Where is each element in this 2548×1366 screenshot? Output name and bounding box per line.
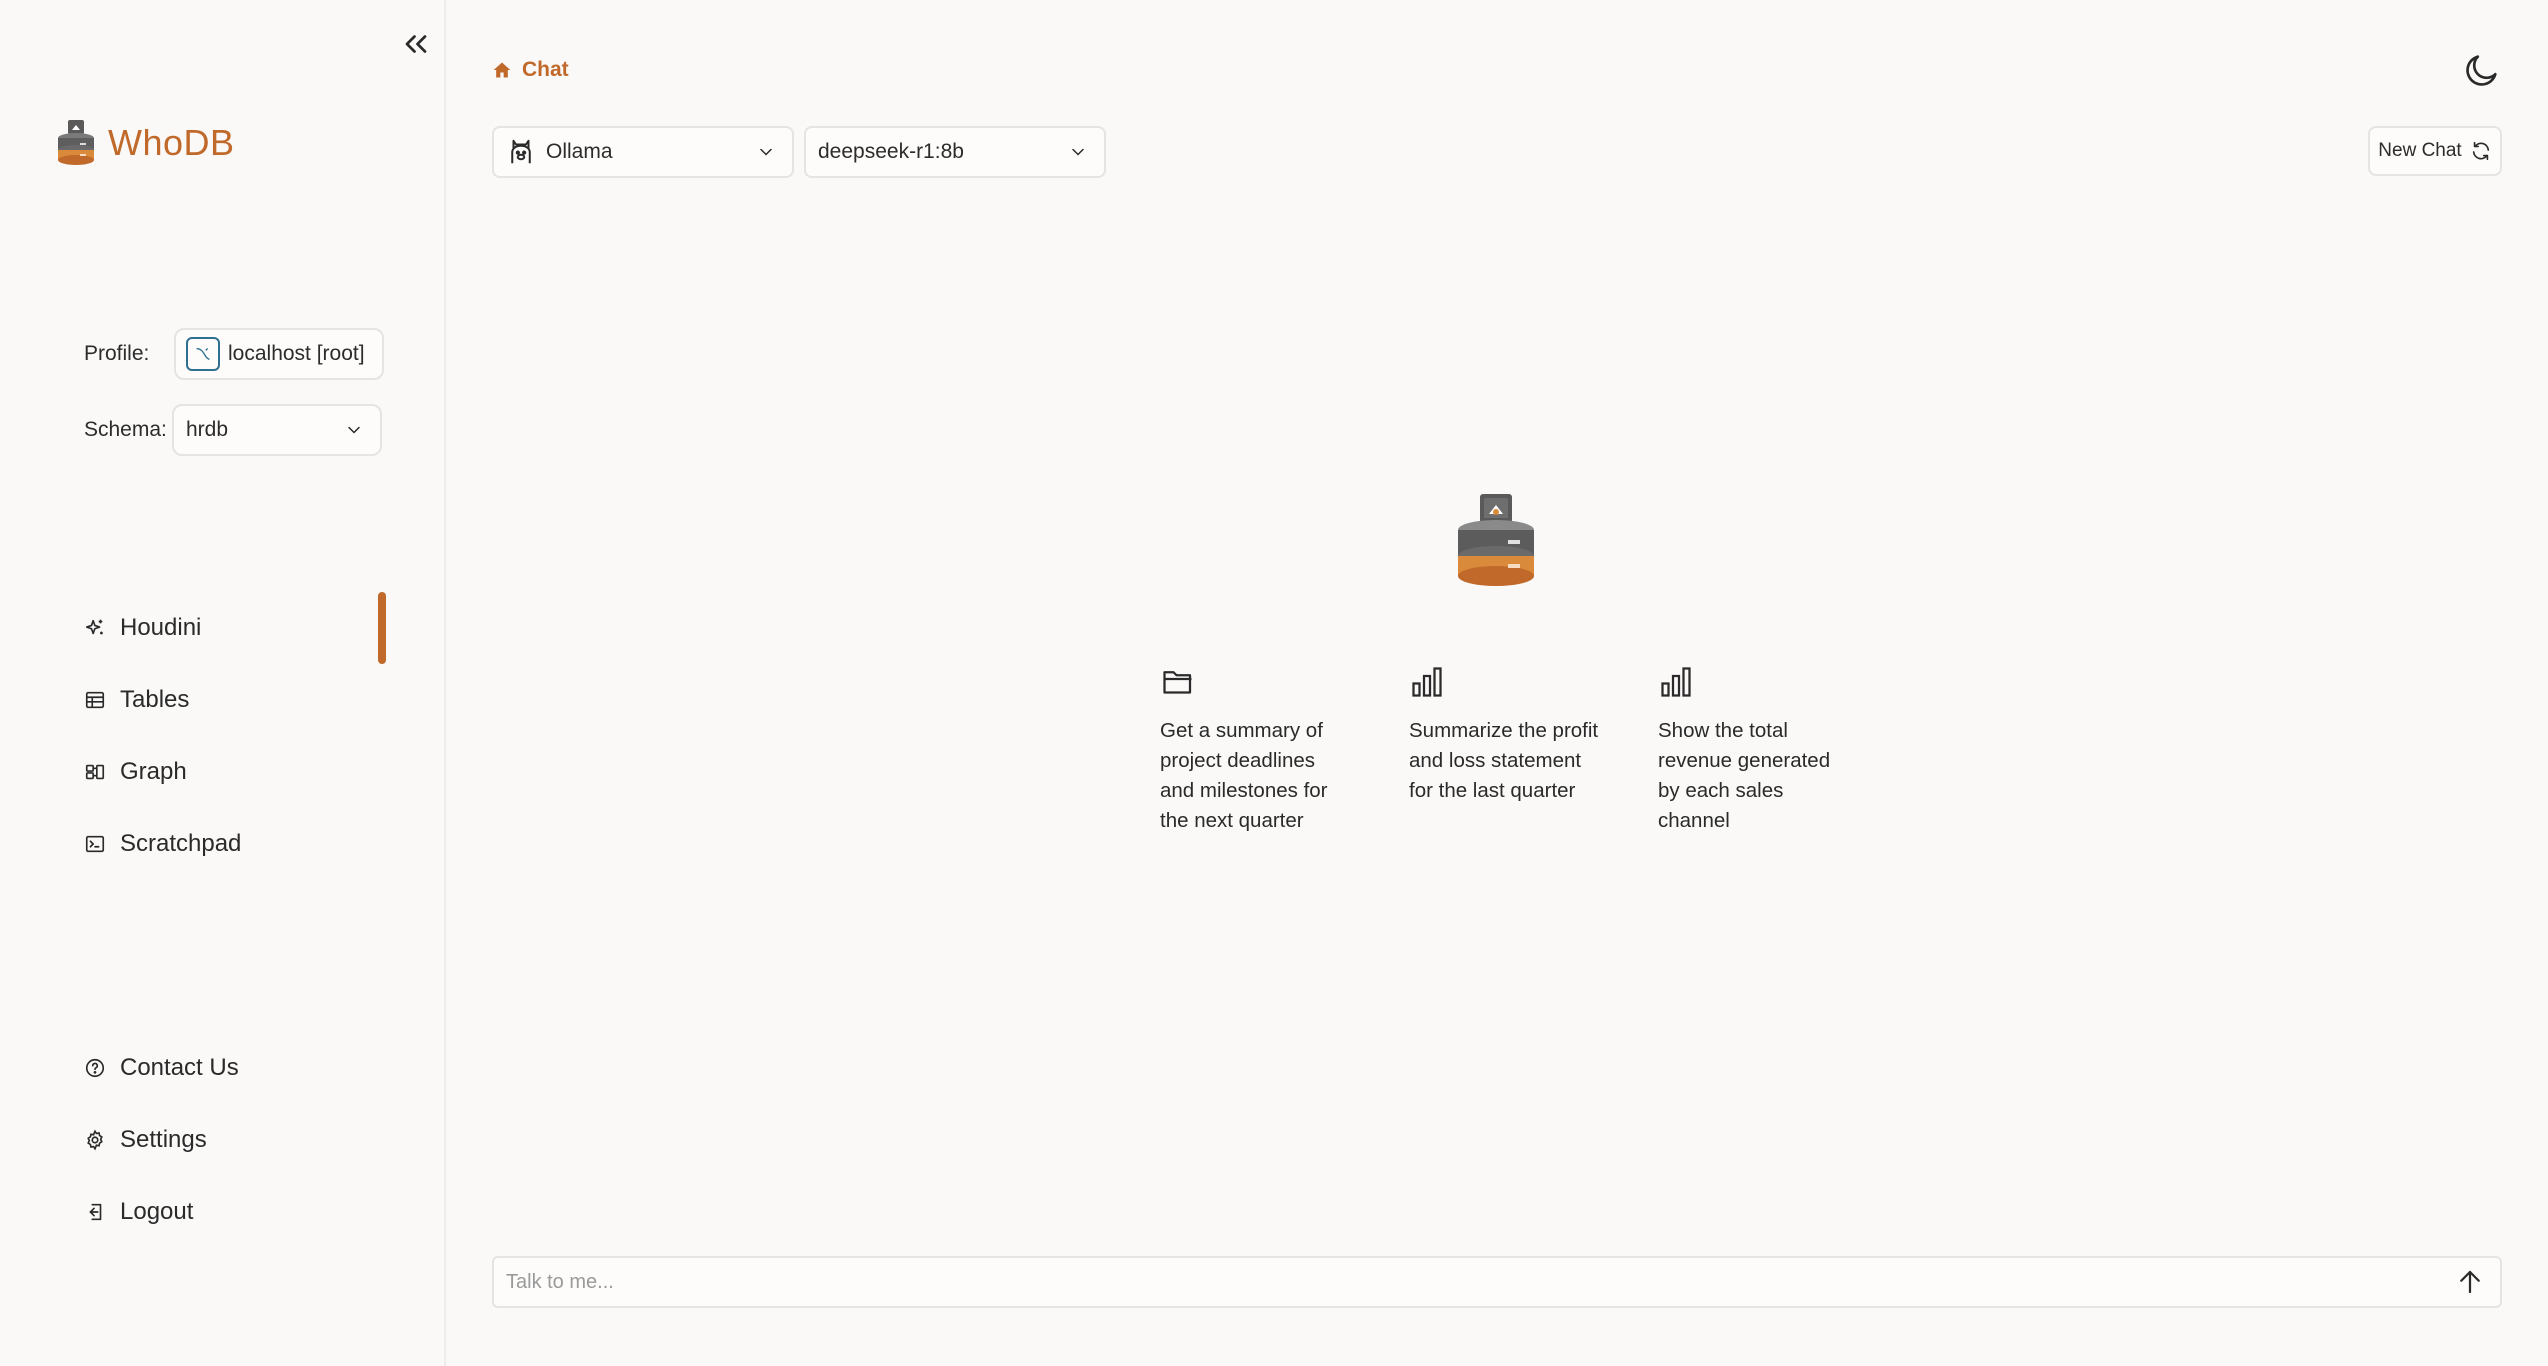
active-indicator — [378, 592, 386, 664]
gear-icon — [87, 1129, 103, 1151]
folder-icon — [1163, 671, 1192, 694]
new-chat-label: New Chat — [2378, 140, 2462, 161]
suggestion-card[interactable]: Get a summary of project deadlines and m… — [1160, 664, 1350, 836]
sidebar-item-settings[interactable]: Settings — [84, 1126, 207, 1154]
provider-value: Ollama — [546, 140, 613, 163]
sidebar-item-label: Houdini — [120, 614, 202, 641]
sidebar-item-label: Graph — [120, 758, 187, 785]
provider-select[interactable]: Ollama — [492, 126, 794, 178]
chevron-down-icon — [1072, 148, 1084, 156]
brand[interactable]: WhoDB — [56, 118, 235, 168]
refresh-icon — [2472, 141, 2489, 161]
suggestion-text: Get a summary of project deadlines and m… — [1160, 719, 1328, 832]
model-select[interactable]: deepseek-r1:8b — [804, 126, 1106, 178]
sparkles-icon — [85, 619, 103, 635]
sidebar-item-houdini[interactable]: Houdini — [84, 614, 201, 642]
profile-value: localhost [root] — [228, 342, 365, 365]
schema-value: hrdb — [186, 418, 229, 441]
sidebar-item-scratchpad[interactable]: Scratchpad — [84, 830, 241, 858]
brand-name: WhoDB — [108, 122, 235, 163]
sidebar: WhoDB Profile: localhost [root] Schema: … — [0, 0, 446, 1366]
profile-row: Profile: localhost [root] — [84, 328, 384, 380]
profile-selector[interactable]: localhost [root] — [174, 328, 384, 380]
theme-toggle-button[interactable] — [2462, 50, 2502, 90]
mysql-icon — [186, 337, 220, 371]
logout-icon — [89, 1203, 102, 1221]
send-button[interactable] — [2452, 1264, 2488, 1300]
help-circle-icon — [85, 1058, 105, 1078]
double-chevron-left-icon — [405, 35, 427, 53]
terminal-icon — [85, 835, 105, 853]
sidebar-item-label: Settings — [120, 1126, 207, 1153]
sidebar-item-label: Contact Us — [120, 1054, 239, 1081]
schema-label: Schema: — [84, 418, 167, 441]
breadcrumb-label: Chat — [522, 58, 569, 81]
suggestion-card[interactable]: Show the total revenue generated by each… — [1658, 664, 1848, 836]
collapse-sidebar-button[interactable] — [398, 26, 434, 62]
sidebar-item-label: Tables — [120, 686, 190, 713]
new-chat-button[interactable]: New Chat — [2368, 126, 2502, 176]
chat-input[interactable] — [506, 1270, 2452, 1294]
sidebar-item-tables[interactable]: Tables — [84, 686, 189, 714]
table-icon — [85, 691, 105, 709]
bar-chart-icon — [1661, 667, 1691, 697]
moon-icon — [2466, 55, 2497, 86]
model-value: deepseek-r1:8b — [818, 140, 964, 163]
whodb-logo-icon — [1458, 494, 1534, 586]
sidebar-item-label: Logout — [120, 1198, 194, 1225]
arrow-up-icon — [2460, 1270, 2480, 1294]
bar-chart-icon — [1412, 667, 1442, 697]
ollama-icon — [511, 139, 531, 164]
home-icon — [493, 62, 511, 78]
suggestion-card[interactable]: Summarize the profit and loss statement … — [1409, 664, 1599, 806]
sidebar-item-contact-us[interactable]: Contact Us — [84, 1054, 239, 1082]
suggestion-text: Summarize the profit and loss statement … — [1409, 719, 1599, 802]
suggestion-text: Show the total revenue generated by each… — [1658, 719, 1831, 832]
sidebar-item-logout[interactable]: Logout — [84, 1198, 193, 1226]
sidebar-item-graph[interactable]: Graph — [84, 758, 187, 786]
schema-select[interactable]: hrdb — [172, 404, 382, 456]
breadcrumb[interactable]: Chat — [492, 58, 569, 82]
app-root: WhoDB Profile: localhost [root] Schema: … — [0, 0, 2548, 1366]
schema-row: Schema: hrdb — [84, 404, 382, 456]
profile-label: Profile: — [84, 342, 150, 365]
chevron-down-icon — [760, 148, 772, 156]
chat-input-bar — [492, 1256, 2502, 1308]
whodb-logo-icon — [58, 120, 94, 165]
sidebar-item-label: Scratchpad — [120, 830, 242, 857]
chevron-down-icon — [348, 426, 360, 434]
graph-icon — [85, 764, 105, 780]
